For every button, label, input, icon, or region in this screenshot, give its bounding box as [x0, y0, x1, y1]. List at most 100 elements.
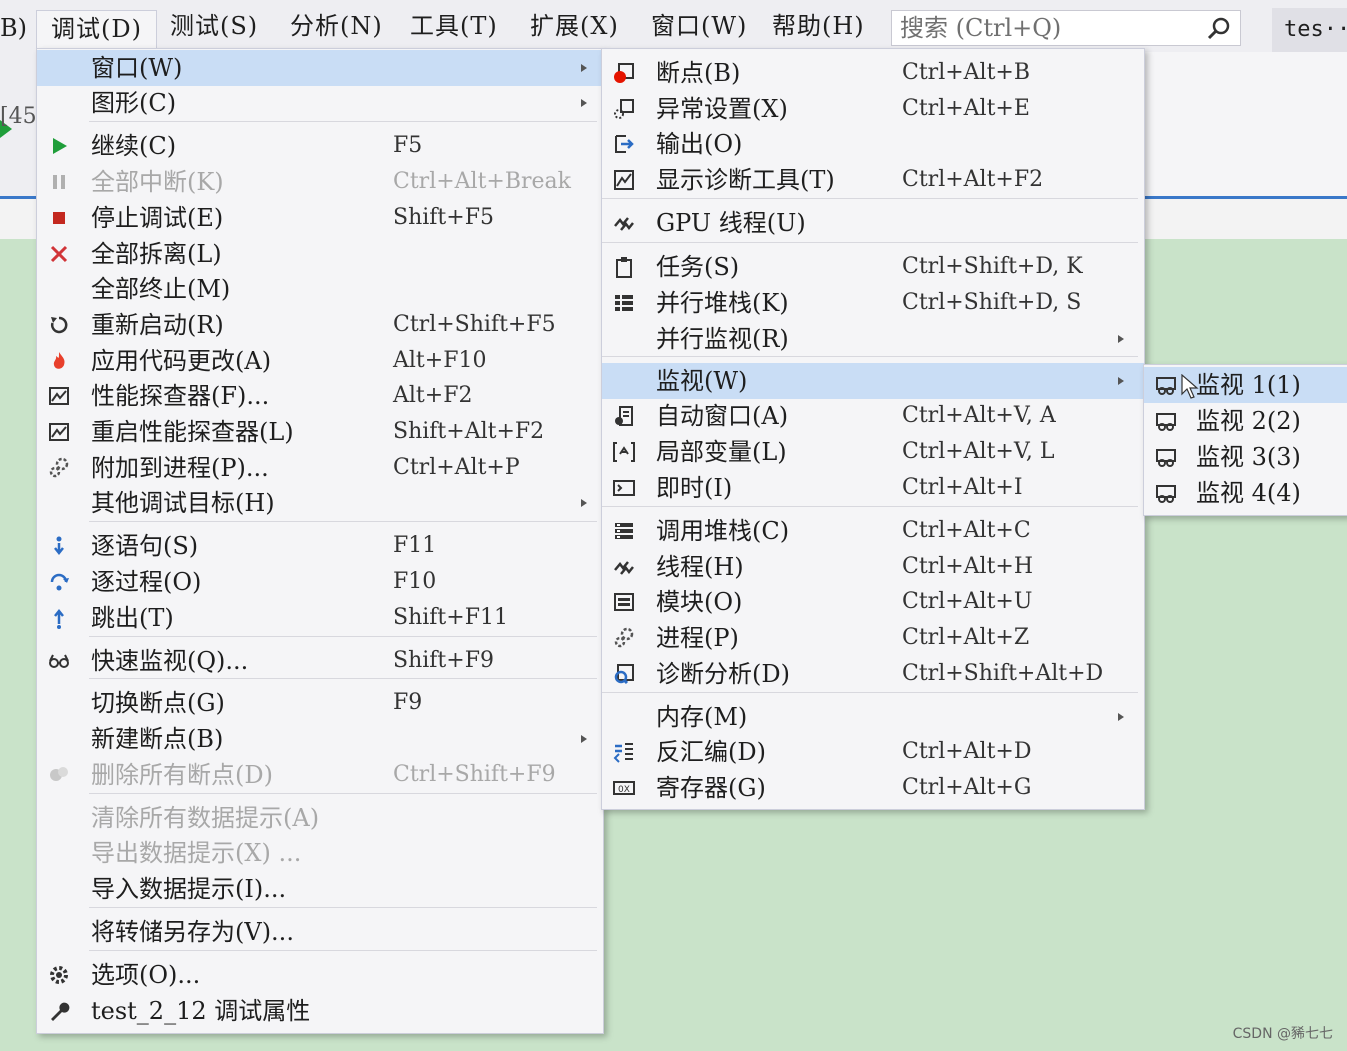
debug-menu-item-17[interactable]: 切换断点(G) F9 — [37, 685, 603, 721]
menu-separator — [602, 242, 1138, 243]
registers-icon: 0X — [612, 776, 636, 800]
attach-icon — [47, 456, 71, 480]
debug-menu-item-8[interactable]: 应用代码更改(A) Alt+F10 — [37, 343, 603, 379]
window-menu-item-9[interactable]: 自动窗口(A) Ctrl+Alt+V, A — [602, 398, 1144, 434]
window-menu-item-4[interactable]: GPU 线程(U) — [602, 205, 1144, 241]
debug-menu-item-shortcut: Shift+F11 — [393, 605, 508, 630]
menu-separator — [602, 506, 1138, 507]
editor-fragment: [45 — [0, 104, 37, 129]
debug-menu-item-23[interactable]: 将转储另存为(V)... — [37, 914, 603, 950]
debug-menu-item-1[interactable]: 图形(C) — [37, 85, 603, 121]
detach-icon — [47, 242, 71, 266]
debug-menu-item-9[interactable]: 性能探查器(F)... Alt+F2 — [37, 378, 603, 414]
debug-menu-item-18[interactable]: 新建断点(B) — [37, 721, 603, 757]
window-submenu: 断点(B) Ctrl+Alt+B 异常设置(X) Ctrl+Alt+E 输出(O) 显示诊… — [601, 48, 1145, 810]
menu-window[interactable]: 窗口(W) — [651, 8, 747, 44]
watch-menu-item-2[interactable]: 监视 3(3) — [1144, 439, 1347, 475]
debug-menu-item-10[interactable]: 重启性能探查器(L) Shift+Alt+F2 — [37, 414, 603, 450]
watermark: CSDN @豨七七 — [1232, 1026, 1333, 1042]
window-menu-item-10[interactable]: 局部变量(L) Ctrl+Alt+V, L — [602, 434, 1144, 470]
menu-separator — [89, 636, 597, 637]
watch-menu-item-0[interactable]: 监视 1(1) — [1144, 367, 1347, 403]
gpu-threads-icon — [612, 211, 636, 235]
debug-menu-item-15[interactable]: 跳出(T) Shift+F11 — [37, 600, 603, 636]
window-menu-item-19[interactable]: 0X 寄存器(G) Ctrl+Alt+G — [602, 770, 1144, 806]
hot-reload-icon — [47, 349, 71, 373]
debug-menu-item-6[interactable]: 全部终止(M) — [37, 271, 603, 307]
debug-menu-item-label: 应用代码更改(A) — [91, 347, 272, 375]
window-menu-item-18[interactable]: 反汇编(D) Ctrl+Alt+D — [602, 734, 1144, 770]
debug-menu-item-label: 全部终止(M) — [91, 275, 231, 303]
debug-menu-item-13[interactable]: 逐语句(S) F11 — [37, 528, 603, 564]
window-menu-item-16[interactable]: 诊断分析(D) Ctrl+Shift+Alt+D — [602, 656, 1144, 692]
debug-menu-item-shortcut: Alt+F10 — [393, 348, 487, 373]
window-menu-item-shortcut: Ctrl+Alt+V, L — [902, 439, 1055, 464]
pause-icon — [47, 170, 71, 194]
debug-menu-item-12[interactable]: 其他调试目标(H) — [37, 485, 603, 521]
modules-icon — [612, 590, 636, 614]
watch-icon — [1154, 445, 1178, 469]
search-placeholder: 搜索 (Ctrl+Q) — [900, 14, 1062, 42]
window-menu-item-13[interactable]: 线程(H) Ctrl+Alt+H — [602, 549, 1144, 585]
debug-menu-item-16[interactable]: 快速监视(Q)... Shift+F9 — [37, 643, 603, 679]
debug-menu-item-shortcut: F5 — [393, 133, 423, 158]
window-menu-item-12[interactable]: 调用堆栈(C) Ctrl+Alt+C — [602, 513, 1144, 549]
window-menu-item-shortcut: Ctrl+Shift+D, K — [902, 254, 1083, 279]
gear-icon — [47, 963, 71, 987]
debug-menu-item-shortcut: F10 — [393, 569, 437, 594]
menu-bar: B) 调试(D) 测试(S) 分析(N) 工具(T) 扩展(X) 窗口(W) 帮… — [0, 0, 1347, 53]
window-menu-item-11[interactable]: 即时(I) Ctrl+Alt+I — [602, 470, 1144, 506]
debug-menu-item-shortcut: Shift+Alt+F2 — [393, 419, 545, 444]
window-menu-item-label: 反汇编(D) — [656, 738, 766, 766]
window-menu-item-shortcut: Ctrl+Alt+H — [902, 554, 1034, 579]
menu-help[interactable]: 帮助(H) — [772, 8, 865, 44]
debug-menu-item-11[interactable]: 附加到进程(P)... Ctrl+Alt+P — [37, 450, 603, 486]
wrench-icon — [47, 999, 71, 1023]
debug-menu-item-4[interactable]: 停止调试(E) Shift+F5 — [37, 200, 603, 236]
window-menu-item-0[interactable]: 断点(B) Ctrl+Alt+B — [602, 55, 1144, 91]
window-menu-item-2[interactable]: 输出(O) — [602, 126, 1144, 162]
window-menu-item-label: 显示诊断工具(T) — [656, 166, 835, 194]
debug-menu-item-label: 跳出(T) — [91, 604, 174, 632]
debug-menu-item-label: 全部拆离(L) — [91, 240, 222, 268]
watch-menu-item-1[interactable]: 监视 2(2) — [1144, 403, 1347, 439]
window-menu-item-5[interactable]: 任务(S) Ctrl+Shift+D, K — [602, 249, 1144, 285]
window-menu-item-6[interactable]: 并行堆栈(K) Ctrl+Shift+D, S — [602, 285, 1144, 321]
window-menu-item-7[interactable]: 并行监视(R) — [602, 321, 1144, 357]
debug-menu-item-label: 性能探查器(F)... — [91, 382, 270, 410]
window-menu-item-3[interactable]: 显示诊断工具(T) Ctrl+Alt+F2 — [602, 162, 1144, 198]
account-button[interactable]: tes··· — [1272, 8, 1347, 52]
window-menu-item-shortcut: Ctrl+Alt+Z — [902, 625, 1030, 650]
debug-menu-item-5[interactable]: 全部拆离(L) — [37, 236, 603, 272]
search-input[interactable]: 搜索 (Ctrl+Q) — [891, 10, 1241, 46]
submenu-arrow-icon — [1118, 713, 1124, 721]
watch-menu-item-3[interactable]: 监视 4(4) — [1144, 475, 1347, 511]
window-menu-item-17[interactable]: 内存(M) — [602, 699, 1144, 735]
menu-tools[interactable]: 工具(T) — [410, 8, 498, 44]
window-menu-item-14[interactable]: 模块(O) Ctrl+Alt+U — [602, 584, 1144, 620]
window-menu-item-1[interactable]: 异常设置(X) Ctrl+Alt+E — [602, 91, 1144, 127]
watch-menu-item-label: 监视 4(4) — [1196, 479, 1301, 507]
watch-icon — [1154, 481, 1178, 505]
debug-menu-item-shortcut: F9 — [393, 690, 423, 715]
debug-menu-item-25[interactable]: test_2_12 调试属性 — [37, 993, 603, 1029]
debug-menu-item-24[interactable]: 选项(O)... — [37, 957, 603, 993]
debug-menu-item-label: 逐语句(S) — [91, 532, 199, 560]
quickwatch-icon — [47, 649, 71, 673]
menu-analyze[interactable]: 分析(N) — [290, 8, 383, 44]
debug-menu-item-label: 其他调试目标(H) — [91, 489, 275, 517]
tasks-icon — [612, 255, 636, 279]
debug-menu-item-0[interactable]: 窗口(W) — [37, 50, 603, 86]
window-menu-item-label: 异常设置(X) — [656, 95, 788, 123]
debug-menu-item-2[interactable]: 继续(C) F5 — [37, 128, 603, 164]
menu-extensions[interactable]: 扩展(X) — [530, 8, 619, 44]
debug-menu-item-7[interactable]: 重新启动(R) Ctrl+Shift+F5 — [37, 307, 603, 343]
window-menu-item-label: GPU 线程(U) — [656, 209, 806, 237]
parallel-stacks-icon — [612, 291, 636, 315]
window-menu-item-15[interactable]: 进程(P) Ctrl+Alt+Z — [602, 620, 1144, 656]
menu-test[interactable]: 测试(S) — [170, 8, 258, 44]
menu-debug[interactable]: 调试(D) — [36, 10, 157, 53]
window-menu-item-8[interactable]: 监视(W) — [602, 363, 1144, 399]
debug-menu-item-22[interactable]: 导入数据提示(I)... — [37, 871, 603, 907]
debug-menu-item-14[interactable]: 逐过程(O) F10 — [37, 564, 603, 600]
